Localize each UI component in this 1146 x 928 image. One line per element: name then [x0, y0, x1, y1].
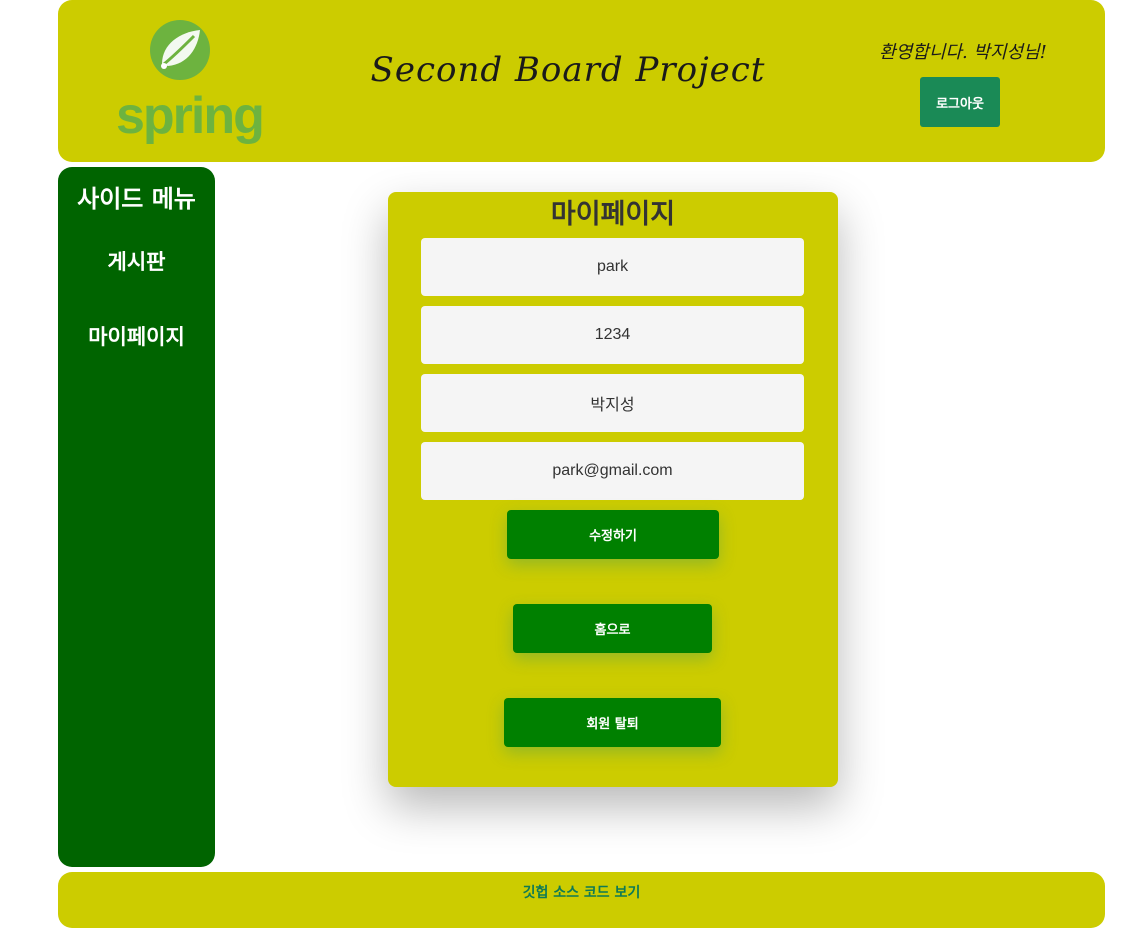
site-title: Second Board Project [370, 50, 766, 90]
email-field[interactable] [421, 442, 804, 500]
sidebar-item-board[interactable]: 게시판 [58, 246, 215, 276]
password-field[interactable] [421, 306, 804, 364]
spring-wordmark: spring [116, 87, 265, 145]
footer: 깃헙 소스 코드 보기 [58, 872, 1105, 928]
welcome-message: 환영합니다. 박지성님! [879, 42, 1047, 63]
sidebar-title: 사이드 메뉴 [77, 184, 196, 213]
mypage-form: 마이페이지 수정하기 홈으로 회원 탈퇴 [388, 192, 838, 787]
logout-button[interactable]: 로그아웃 [920, 77, 1000, 127]
header: spring Second Board Project 환영합니다. 박지성님!… [58, 0, 1105, 162]
edit-button[interactable]: 수정하기 [507, 510, 719, 559]
withdraw-button[interactable]: 회원 탈퇴 [504, 698, 721, 747]
github-source-link[interactable]: 깃헙 소스 코드 보기 [58, 882, 1105, 902]
user-id-field[interactable] [421, 238, 804, 296]
page-title: 마이페이지 [550, 199, 676, 230]
spring-leaf-icon [150, 20, 210, 80]
spring-logo[interactable]: spring [116, 18, 265, 146]
name-field[interactable] [421, 374, 804, 432]
sidebar: 사이드 메뉴 게시판 마이페이지 [58, 167, 215, 867]
home-button[interactable]: 홈으로 [513, 604, 712, 653]
sidebar-item-mypage[interactable]: 마이페이지 [58, 321, 215, 351]
